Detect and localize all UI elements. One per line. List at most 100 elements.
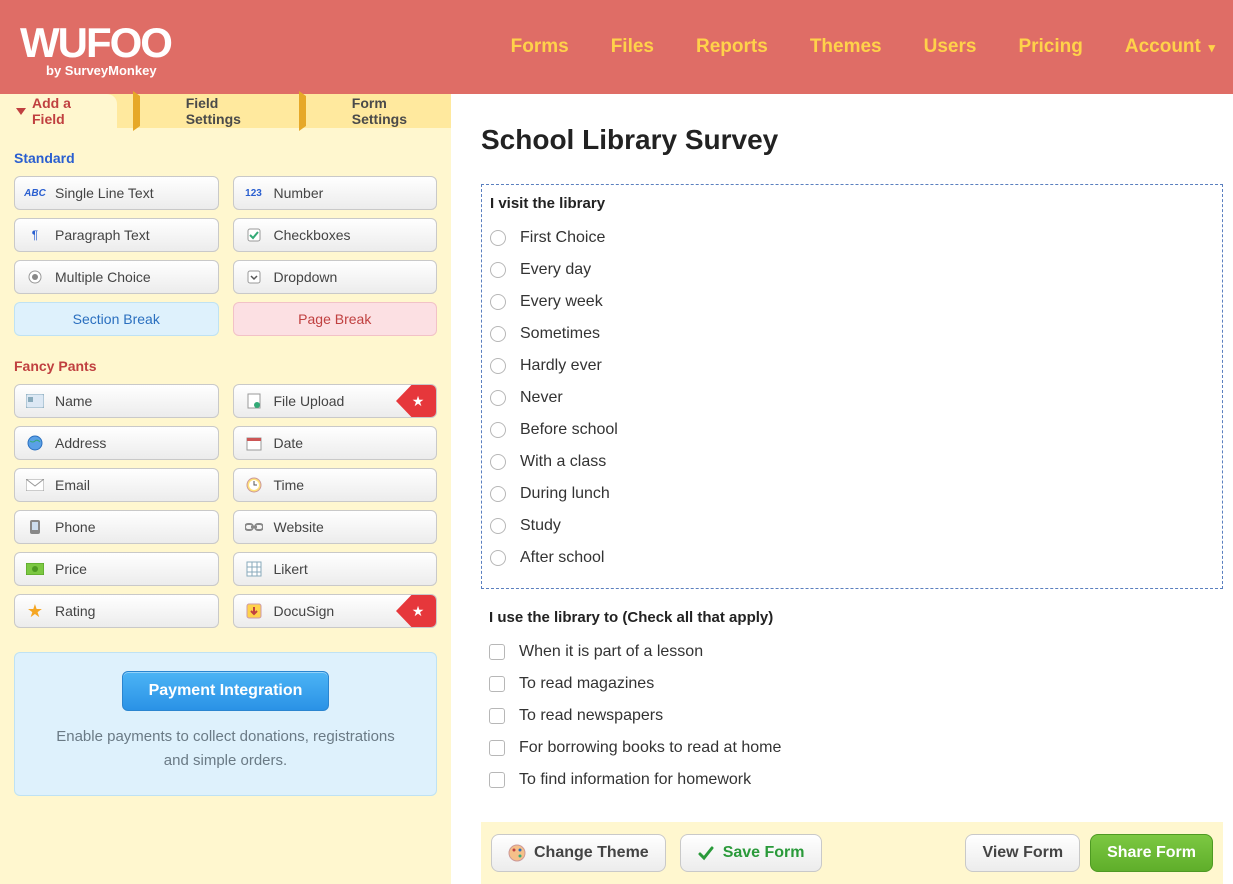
radio-icon[interactable] — [490, 550, 506, 566]
share-form-label: Share Form — [1107, 844, 1196, 862]
field-date[interactable]: Date — [233, 426, 438, 460]
fancy-fields-grid: Name File Upload ★ Address Date — [0, 384, 451, 628]
option-label: For borrowing books to read at home — [519, 739, 781, 757]
option-label: First Choice — [520, 229, 605, 247]
nav-files[interactable]: Files — [611, 36, 654, 58]
radio-icon[interactable] — [490, 230, 506, 246]
option-row[interactable]: Every day — [490, 254, 1214, 286]
logo-wordmark: WUFOO — [20, 19, 171, 67]
field-label: Phone — [55, 519, 95, 535]
option-label: Sometimes — [520, 325, 600, 343]
field-number[interactable]: 123 Number — [233, 176, 438, 210]
field-email[interactable]: Email — [14, 468, 219, 502]
field-label: Page Break — [298, 311, 371, 327]
option-row[interactable]: When it is part of a lesson — [489, 636, 1215, 668]
view-form-label: View Form — [982, 844, 1063, 862]
share-form-button[interactable]: Share Form — [1090, 834, 1213, 872]
field-time[interactable]: Time — [233, 468, 438, 502]
option-row[interactable]: To find information for homework — [489, 764, 1215, 796]
radio-icon[interactable] — [490, 454, 506, 470]
tab-add-field[interactable]: Add a Field — [0, 94, 117, 128]
option-label: When it is part of a lesson — [519, 643, 703, 661]
globe-icon — [25, 433, 45, 453]
likert-icon — [244, 559, 264, 579]
radio-icon[interactable] — [490, 358, 506, 374]
tab-field-settings[interactable]: Field Settings — [117, 94, 283, 128]
checkbox-icon[interactable] — [489, 644, 505, 660]
field-label: Paragraph Text — [55, 227, 150, 243]
field-name[interactable]: Name — [14, 384, 219, 418]
option-row[interactable]: Every week — [490, 286, 1214, 318]
option-row[interactable]: First Choice — [490, 222, 1214, 254]
radio-icon[interactable] — [490, 262, 506, 278]
option-row[interactable]: With a class — [490, 446, 1214, 478]
option-row[interactable]: Sometimes — [490, 318, 1214, 350]
field-label: Address — [55, 435, 106, 451]
field-website[interactable]: Website — [233, 510, 438, 544]
view-form-button[interactable]: View Form — [965, 834, 1080, 872]
field-phone[interactable]: Phone — [14, 510, 219, 544]
field-price[interactable]: Price — [14, 552, 219, 586]
field-likert[interactable]: Likert — [233, 552, 438, 586]
tab-field-settings-label: Field Settings — [186, 95, 267, 127]
option-label: Study — [520, 517, 561, 535]
option-row[interactable]: During lunch — [490, 478, 1214, 510]
option-row[interactable]: After school — [490, 542, 1214, 574]
nav-forms[interactable]: Forms — [511, 36, 569, 58]
nav-reports[interactable]: Reports — [696, 36, 768, 58]
option-row[interactable]: Hardly ever — [490, 350, 1214, 382]
option-row[interactable]: Study — [490, 510, 1214, 542]
option-row[interactable]: Before school — [490, 414, 1214, 446]
field-multiple-choice[interactable]: Multiple Choice — [14, 260, 219, 294]
question-1-options: First Choice Every day Every week Someti… — [490, 222, 1214, 574]
option-row[interactable]: For borrowing books to read at home — [489, 732, 1215, 764]
nav-account[interactable]: Account ▾ — [1125, 36, 1215, 58]
field-address[interactable]: Address — [14, 426, 219, 460]
checkbox-icon[interactable] — [489, 676, 505, 692]
option-label: Every week — [520, 293, 603, 311]
question-2-options: When it is part of a lesson To read maga… — [489, 636, 1215, 796]
save-form-button[interactable]: Save Form — [680, 834, 822, 872]
nav-pricing[interactable]: Pricing — [1018, 36, 1082, 58]
checkbox-icon[interactable] — [489, 772, 505, 788]
tab-form-settings[interactable]: Form Settings — [283, 94, 451, 128]
field-rating[interactable]: ★ Rating — [14, 594, 219, 628]
field-docusign[interactable]: DocuSign ★ — [233, 594, 438, 628]
radio-icon[interactable] — [490, 390, 506, 406]
field-section-break[interactable]: Section Break — [14, 302, 219, 336]
field-label: Multiple Choice — [55, 269, 151, 285]
checkbox-icon[interactable] — [489, 708, 505, 724]
field-file-upload[interactable]: File Upload ★ — [233, 384, 438, 418]
option-row[interactable]: To read newspapers — [489, 700, 1215, 732]
radio-icon[interactable] — [490, 326, 506, 342]
field-page-break[interactable]: Page Break — [233, 302, 438, 336]
payment-integration-button[interactable]: Payment Integration — [122, 671, 330, 711]
change-theme-button[interactable]: Change Theme — [491, 834, 666, 872]
field-checkboxes[interactable]: Checkboxes — [233, 218, 438, 252]
field-label: Name — [55, 393, 92, 409]
star-icon: ★ — [25, 601, 45, 621]
option-row[interactable]: To read magazines — [489, 668, 1215, 700]
form-canvas: School Library Survey I visit the librar… — [451, 94, 1233, 884]
nav-users[interactable]: Users — [924, 36, 977, 58]
question-2[interactable]: I use the library to (Check all that app… — [481, 599, 1223, 810]
question-1[interactable]: I visit the library First Choice Every d… — [481, 184, 1223, 589]
radio-icon[interactable] — [490, 422, 506, 438]
standard-fields-grid: ABC Single Line Text 123 Number ¶ Paragr… — [0, 176, 451, 336]
top-bar: WUFOO by SurveyMonkey Forms Files Report… — [0, 0, 1233, 94]
field-paragraph-text[interactable]: ¶ Paragraph Text — [14, 218, 219, 252]
premium-ribbon: ★ — [396, 595, 437, 627]
radio-icon[interactable] — [490, 518, 506, 534]
docusign-icon — [244, 601, 264, 621]
field-dropdown[interactable]: Dropdown — [233, 260, 438, 294]
field-single-line-text[interactable]: ABC Single Line Text — [14, 176, 219, 210]
field-label: Likert — [274, 561, 308, 577]
radio-icon[interactable] — [490, 294, 506, 310]
field-label: Dropdown — [274, 269, 338, 285]
form-title[interactable]: School Library Survey — [481, 124, 1223, 156]
checkbox-icon[interactable] — [489, 740, 505, 756]
nav-themes[interactable]: Themes — [810, 36, 882, 58]
radio-icon[interactable] — [490, 486, 506, 502]
option-row[interactable]: Never — [490, 382, 1214, 414]
calendar-icon — [244, 433, 264, 453]
